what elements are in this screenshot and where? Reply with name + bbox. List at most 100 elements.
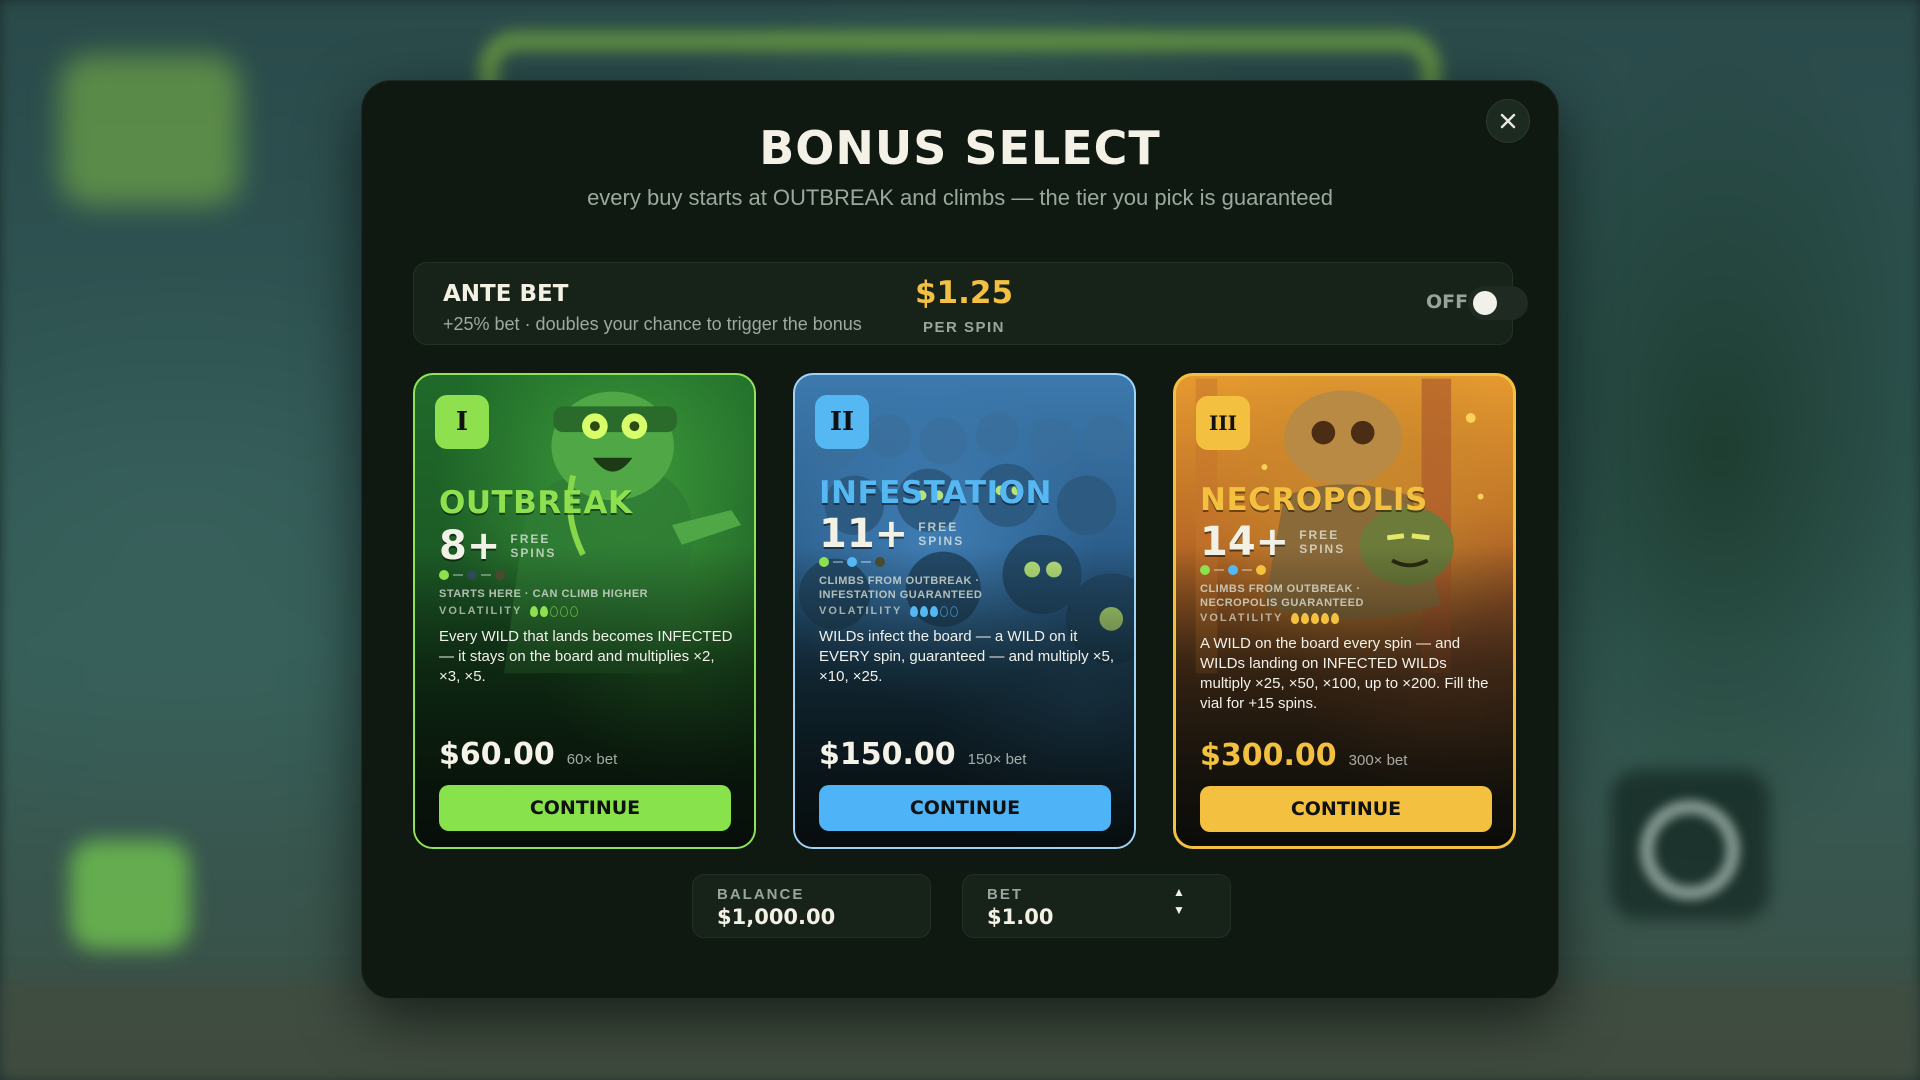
background-logo [60, 55, 240, 205]
tier-progress-dots [439, 570, 505, 580]
free-spins-label: FREE SPINS [1299, 528, 1346, 556]
tier-dot-connector [453, 574, 463, 576]
background-spin-icon [1640, 800, 1740, 900]
bet-multiplier: 300× bet [1348, 752, 1408, 769]
volatility-label: VOLATILITY [439, 605, 523, 617]
bet-increase-icon[interactable]: ▲ [1172, 885, 1186, 899]
tier-dot-active [847, 557, 857, 567]
volatility-drop-filled-icon [1331, 612, 1340, 624]
tier-badge: I [435, 395, 489, 449]
tier-badge: II [815, 395, 869, 449]
volatility-label: VOLATILITY [1200, 612, 1284, 624]
volatility-row: VOLATILITY [1200, 612, 1340, 624]
volatility-drop-filled-icon [930, 605, 939, 617]
tier-dot-connector [1214, 569, 1224, 571]
volatility-drop-empty-icon [950, 605, 959, 617]
bonus-card-necropolis[interactable]: III NECROPOLIS 14+ FREE SPINS CLIMBS FRO… [1173, 373, 1516, 849]
free-spins-count: 11+ [819, 511, 909, 557]
tier-dot-inactive [875, 557, 885, 567]
continue-button[interactable]: CONTINUE [1200, 786, 1492, 832]
tier-dot-connector [1242, 569, 1252, 571]
ante-bet-panel: ANTE BET +25% bet · doubles your chance … [413, 262, 1528, 345]
balance-value: $1,000.00 [717, 905, 836, 929]
climb-text: CLIMBS FROM OUTBREAK · NECROPOLIS GUARAN… [1200, 583, 1364, 609]
volatility-drop-filled-icon [1301, 612, 1310, 624]
bet-decrease-icon[interactable]: ▼ [1172, 903, 1186, 917]
tier-dot-active [819, 557, 829, 567]
balance-label: BALANCE [717, 886, 805, 903]
bonus-price: $150.00 [819, 737, 956, 772]
volatility-label: VOLATILITY [819, 605, 903, 617]
bonus-card-infestation[interactable]: II INFESTATION 11+ FREE SPINS CLIMBS FRO… [793, 373, 1136, 849]
card-description: WILDs infect the board — a WILD on it EV… [819, 628, 1115, 685]
continue-button[interactable]: CONTINUE [819, 785, 1111, 831]
balance-display: BALANCE $1,000.00 [692, 874, 931, 938]
card-description: A WILD on the board every spin — and WIL… [1200, 635, 1489, 712]
free-spins-label: FREE SPINS [918, 520, 965, 548]
bet-label: BET [987, 886, 1023, 903]
tier-dot-active [1228, 565, 1238, 575]
volatility-drop-empty-icon [550, 605, 559, 617]
tier-progress-dots [819, 557, 885, 567]
volatility-meter [1291, 612, 1340, 624]
modal-subtitle: every buy starts at OUTBREAK and climbs … [587, 185, 1333, 210]
tier-progress-dots [1200, 565, 1266, 575]
free-spins-count: 8+ [439, 523, 501, 569]
volatility-meter [530, 605, 579, 617]
ante-bet-title: ANTE BET [443, 281, 569, 307]
bet-value: $1.00 [987, 905, 1054, 929]
volatility-row: VOLATILITY [439, 605, 579, 617]
volatility-drop-empty-icon [570, 605, 579, 617]
volatility-drop-empty-icon [560, 605, 569, 617]
price-row: $150.00 150× bet [819, 737, 1026, 772]
modal-title: BONUS SELECT [759, 121, 1161, 175]
tier-dot-connector [833, 561, 843, 563]
free-spins-count: 14+ [1200, 519, 1290, 565]
free-spins-row: 11+ FREE SPINS [819, 511, 974, 557]
free-spins-label: FREE SPINS [510, 532, 557, 560]
tier-dot-inactive [495, 570, 505, 580]
tier-dot-active [439, 570, 449, 580]
bonus-card-outbreak[interactable]: I OUTBREAK 8+ FREE SPINS STARTS HERE · C… [413, 373, 756, 849]
tier-dot-connector [861, 561, 871, 563]
climb-text: CLIMBS FROM OUTBREAK · INFESTATION GUARA… [819, 575, 983, 601]
volatility-drop-filled-icon [540, 605, 549, 617]
card-title: INFESTATION [819, 475, 1052, 511]
volatility-meter [910, 605, 959, 617]
bonus-select-modal: BONUS SELECT every buy starts at OUTBREA… [361, 80, 1559, 999]
background-buy-button [70, 840, 190, 950]
volatility-drop-filled-icon [1291, 612, 1300, 624]
ante-bet-price: $1.25 [914, 275, 1014, 311]
bet-multiplier: 60× bet [566, 751, 618, 768]
bonus-price: $300.00 [1200, 738, 1337, 773]
volatility-row: VOLATILITY [819, 605, 959, 617]
tier-dot-inactive [467, 570, 477, 580]
card-description: Every WILD that lands becomes INFECTED —… [439, 628, 733, 685]
ante-bet-per-spin-label: PER SPIN [922, 319, 1006, 336]
price-row: $60.00 60× bet [439, 737, 617, 772]
bet-stepper: ▲ ▼ [1172, 885, 1186, 917]
volatility-drop-filled-icon [1321, 612, 1330, 624]
tier-dot-active [1256, 565, 1266, 575]
toggle-knob [1473, 291, 1497, 315]
bet-multiplier: 150× bet [967, 751, 1027, 768]
card-title: OUTBREAK [439, 485, 633, 521]
free-spins-row: 8+ FREE SPINS [439, 523, 566, 569]
volatility-drop-filled-icon [920, 605, 929, 617]
tier-dot-connector [481, 574, 491, 576]
volatility-drop-filled-icon [530, 605, 539, 617]
volatility-drop-empty-icon [940, 605, 949, 617]
price-row: $300.00 300× bet [1200, 738, 1407, 773]
tier-dot-active [1200, 565, 1210, 575]
card-title: NECROPOLIS [1200, 482, 1428, 518]
volatility-drop-filled-icon [910, 605, 919, 617]
continue-button[interactable]: CONTINUE [439, 785, 731, 831]
ante-bet-description: +25% bet · doubles your chance to trigge… [443, 314, 862, 334]
bonus-price: $60.00 [439, 737, 555, 772]
volatility-drop-filled-icon [1311, 612, 1320, 624]
ante-bet-toggle[interactable] [1468, 286, 1528, 320]
tier-badge: III [1196, 396, 1250, 450]
free-spins-row: 14+ FREE SPINS [1200, 519, 1355, 565]
bet-selector: BET $1.00 ▲ ▼ [962, 874, 1231, 938]
ante-bet-state-label: OFF [1426, 291, 1469, 313]
